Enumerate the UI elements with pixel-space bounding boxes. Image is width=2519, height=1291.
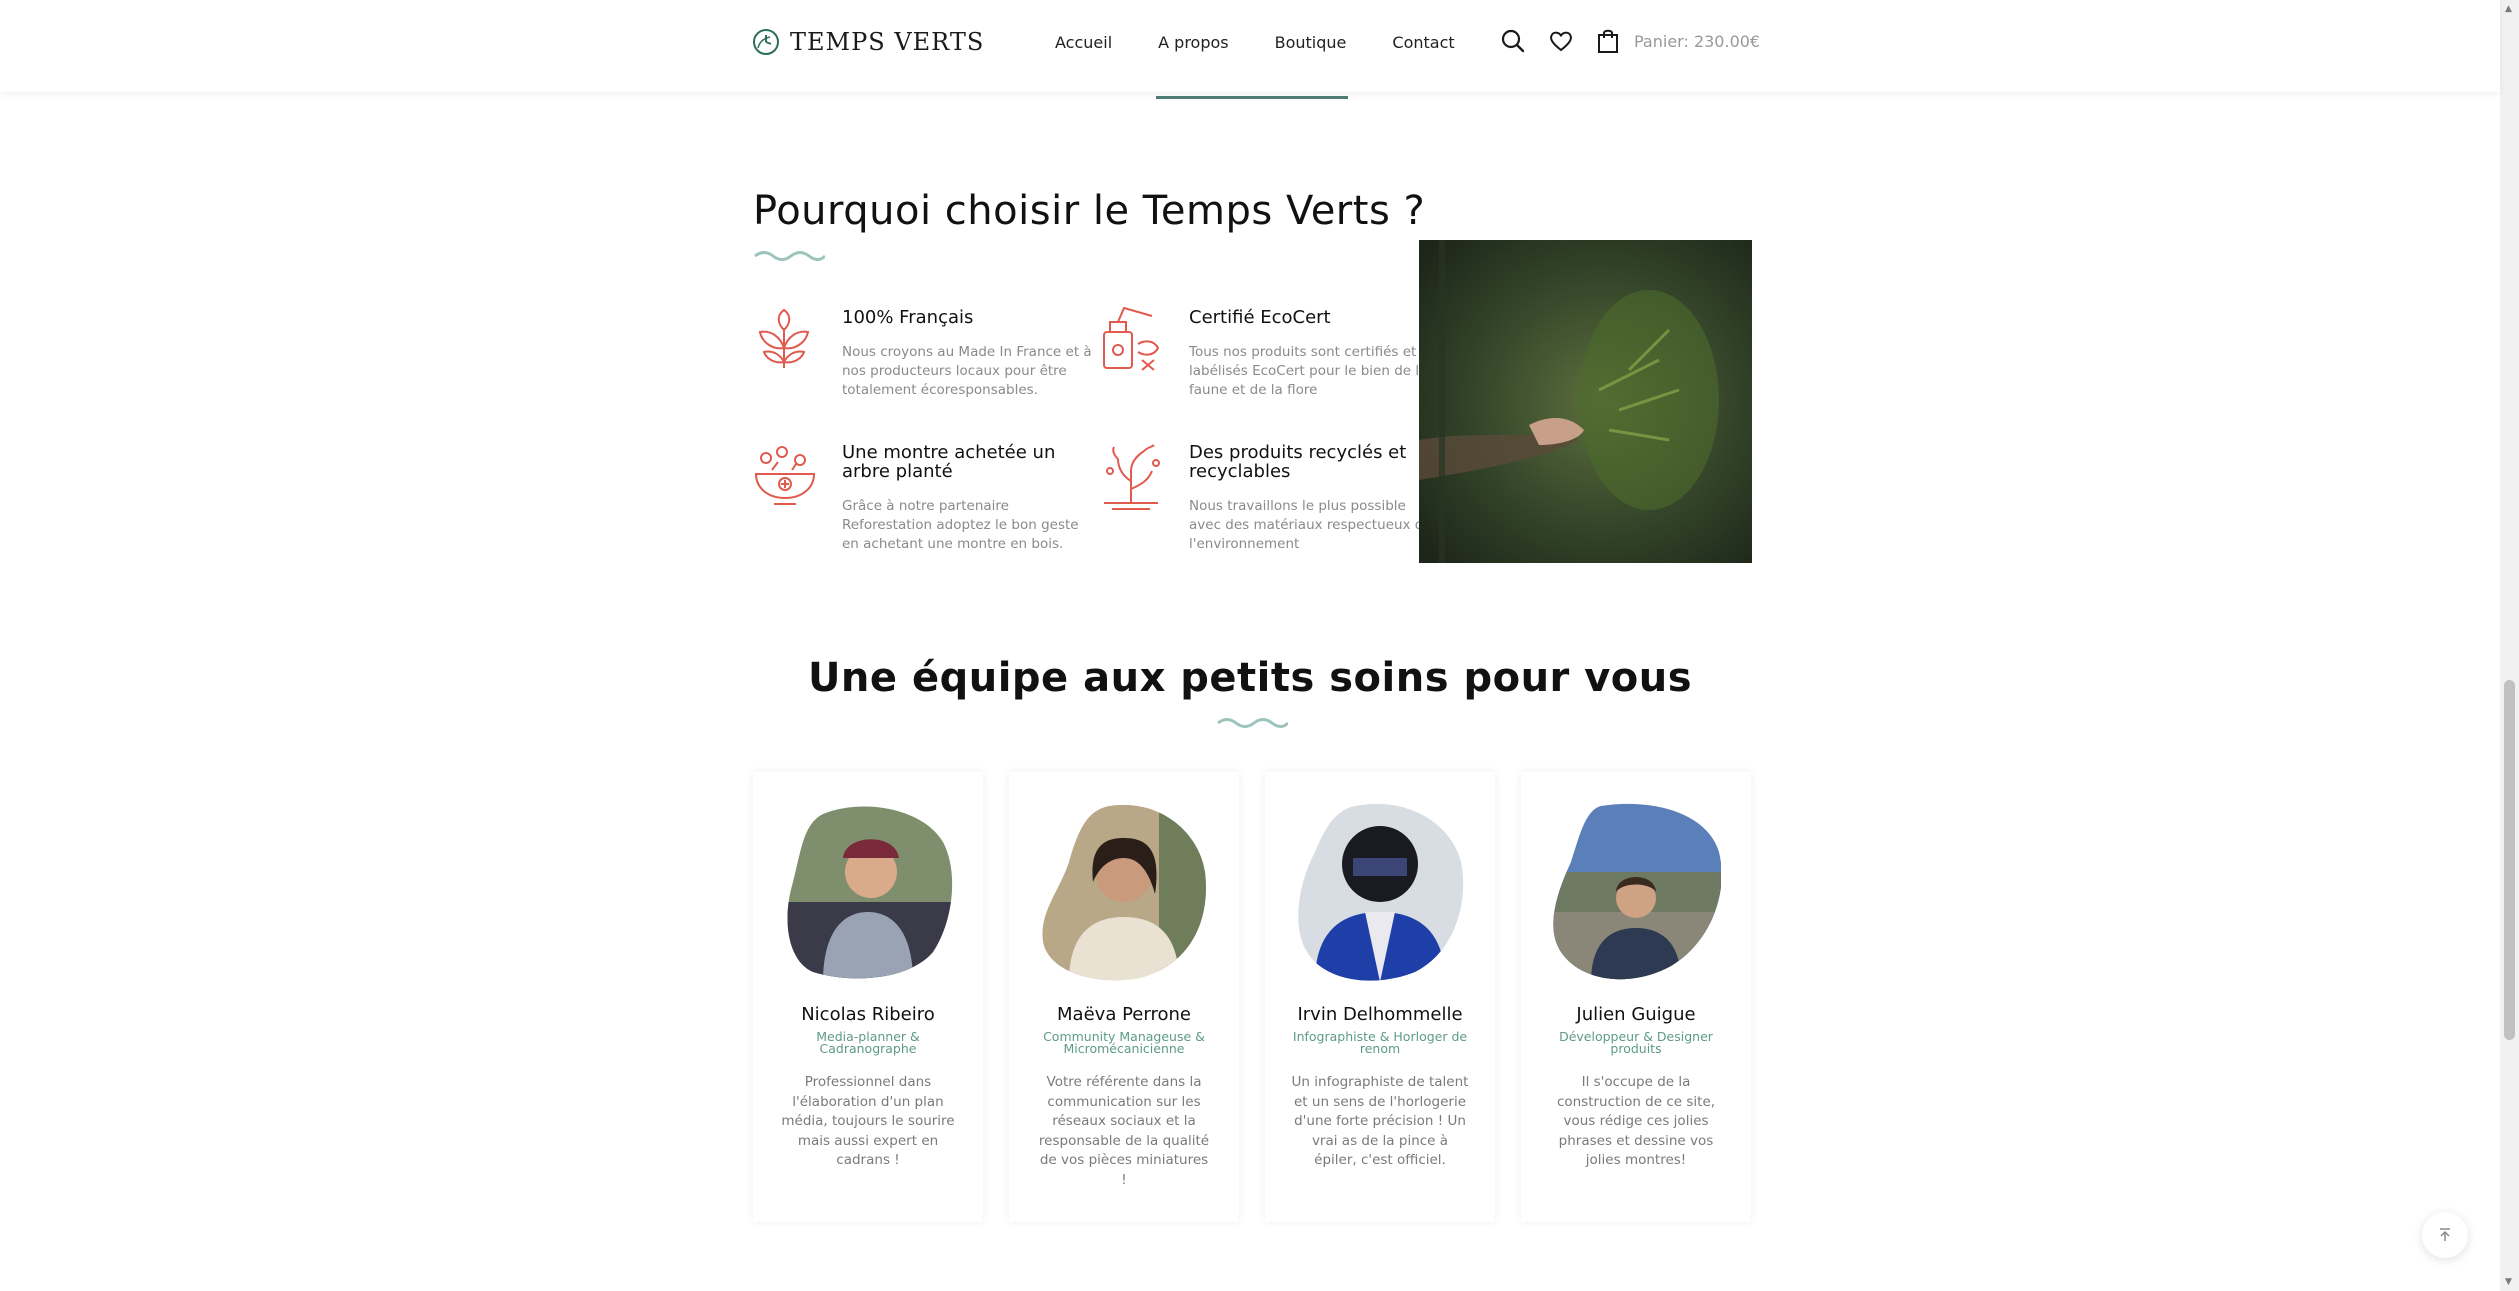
- member-description: Un infographiste de talent et un sens de…: [1291, 1074, 1469, 1168]
- avatar: [1298, 803, 1464, 981]
- avatar: [1553, 803, 1721, 980]
- page-scrollbar[interactable]: ▲ ▼: [2500, 0, 2519, 1291]
- member-role: Community Manageuse & Micromécanicienne: [1043, 1029, 1205, 1056]
- cart-total[interactable]: Panier: 230.00€: [1634, 32, 1760, 51]
- coral-plant-icon: [1104, 444, 1160, 510]
- feature-title: 100% Français: [842, 307, 974, 328]
- member-role: Développeur & Designer produits: [1559, 1029, 1713, 1056]
- member-name: Maëva Perrone: [1057, 1004, 1191, 1025]
- wave-divider-icon: [1217, 718, 1288, 728]
- avatar: [787, 806, 953, 979]
- team-card: Julien Guigue Développeur & Designer pro…: [1521, 772, 1751, 1222]
- team-card: Irvin Delhommelle Infographiste & Horlog…: [1265, 772, 1495, 1222]
- clock-leaf-icon: [753, 29, 779, 55]
- nav-contact[interactable]: Contact: [1392, 33, 1454, 52]
- feature-text: Nous travaillons le plus possible avec d…: [1189, 498, 1432, 552]
- member-description: Votre référente dans la communication su…: [1038, 1074, 1210, 1188]
- feature-tree-planted: Une montre achetée un arbre planté Grâce…: [842, 443, 1092, 554]
- member-description: Il s'occupe de la construction de ce sit…: [1556, 1074, 1716, 1168]
- feature-text: Tous nos produits sont certifiés et labé…: [1189, 344, 1428, 398]
- wave-divider-icon: [754, 251, 825, 261]
- leaf-plant-icon: [758, 308, 810, 368]
- scroll-down-arrow-icon[interactable]: ▼: [2505, 1277, 2512, 1287]
- team-title: Une équipe aux petits soins pour vous: [807, 655, 1693, 701]
- active-section-indicator: [1156, 96, 1348, 99]
- feature-title: Des produits recyclés et recyclables: [1189, 442, 1407, 482]
- member-name: Nicolas Ribeiro: [801, 1004, 935, 1025]
- forest-hand-photo: [1419, 240, 1752, 563]
- ecocert-bottle-icon: [1103, 306, 1160, 371]
- logo[interactable]: TEMPS VERTS: [752, 28, 984, 56]
- brand-name: TEMPS VERTS: [790, 28, 985, 56]
- main-nav: Accueil A propos Boutique Contact: [1055, 33, 1455, 52]
- feature-french: 100% Français Nous croyons au Made In Fr…: [842, 308, 1092, 400]
- header-actions: Panier: 230.00€: [1500, 28, 1760, 54]
- search-icon[interactable]: [1500, 28, 1526, 54]
- shopping-bag-icon[interactable]: [1596, 28, 1620, 54]
- feature-recycled: Des produits recyclés et recyclables Nou…: [1189, 443, 1439, 554]
- scrollbar-thumb[interactable]: [2504, 680, 2515, 1040]
- nav-a-propos[interactable]: A propos: [1158, 33, 1228, 52]
- arrow-up-icon: [2440, 1228, 2450, 1241]
- member-name: Julien Guigue: [1576, 1004, 1696, 1025]
- nav-accueil[interactable]: Accueil: [1055, 33, 1112, 52]
- why-title: Pourquoi choisir le Temps Verts ?: [753, 188, 1426, 234]
- avatar: [1042, 804, 1206, 981]
- feature-title: Certifié EcoCert: [1189, 307, 1331, 328]
- member-name: Irvin Delhommelle: [1297, 1004, 1463, 1025]
- plant-bowl-icon: [754, 446, 816, 505]
- heart-icon[interactable]: [1548, 28, 1574, 54]
- feature-text: Grâce à notre partenaire Reforestation a…: [842, 498, 1079, 552]
- team-card: Maëva Perrone Community Manageuse & Micr…: [1009, 772, 1239, 1222]
- nav-boutique[interactable]: Boutique: [1275, 33, 1347, 52]
- feature-ecocert: Certifié EcoCert Tous nos produits sont …: [1189, 308, 1439, 400]
- member-role: Media-planner & Cadranographe: [816, 1029, 920, 1056]
- back-to-top-button[interactable]: [2422, 1212, 2468, 1258]
- scroll-up-arrow-icon[interactable]: ▲: [2505, 4, 2512, 14]
- team-card: Nicolas Ribeiro Media-planner & Cadranog…: [753, 772, 983, 1222]
- site-header: TEMPS VERTS Accueil A propos Boutique Co…: [0, 0, 2500, 92]
- feature-text: Nous croyons au Made In France et à nos …: [842, 344, 1092, 398]
- member-role: Infographiste & Horloger de renom: [1292, 1029, 1468, 1056]
- feature-title: Une montre achetée un arbre planté: [842, 442, 1056, 482]
- member-description: Professionnel dans l'élaboration d'un pl…: [781, 1074, 955, 1168]
